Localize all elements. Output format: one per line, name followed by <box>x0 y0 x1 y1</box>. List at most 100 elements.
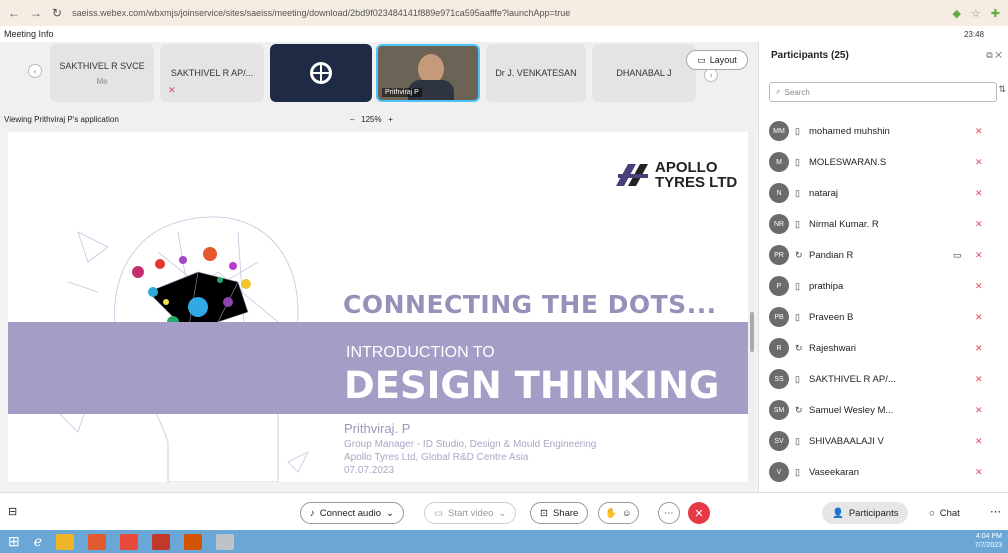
audio-icon: ↻ <box>795 249 803 260</box>
address-bar[interactable]: saeiss.webex.com/wbxmjs/joinservice/site… <box>72 8 752 18</box>
muted-mic-icon[interactable]: ✕ <box>975 312 983 323</box>
muted-mic-icon[interactable]: ✕ <box>975 405 983 416</box>
puzzle-icon[interactable]: ✚ <box>991 7 1000 20</box>
phone-icon: ▯ <box>795 373 800 384</box>
windows-taskbar: ⊞ ℯ 4:04 PM 7/7/2023 <box>0 530 1008 553</box>
avatar: NR <box>769 214 789 234</box>
participant-row[interactable]: MM ▯ mohamed muhshin ✕ <box>769 116 999 146</box>
muted-mic-icon[interactable]: ✕ <box>975 126 983 137</box>
muted-mic-icon[interactable]: ✕ <box>975 374 983 385</box>
participants-button[interactable]: 👤 Participants <box>822 502 909 524</box>
shared-slide: APOLLO TYRES LTD CONNECTING THE DOTS... … <box>8 132 748 482</box>
avatar: SV <box>769 431 789 451</box>
chevron-down-icon[interactable]: ⌄ <box>498 508 506 519</box>
popout-icon[interactable]: ⧉ <box>986 50 992 60</box>
muted-mic-icon[interactable]: ✕ <box>975 281 983 292</box>
muted-mic-icon[interactable]: ✕ <box>975 188 983 199</box>
muted-mic-icon: ✕ <box>168 85 176 95</box>
muted-mic-icon[interactable]: ✕ <box>975 219 983 230</box>
chrome-icon[interactable] <box>120 533 139 550</box>
app-icon[interactable] <box>184 533 203 550</box>
layout-label: Layout <box>709 55 737 65</box>
connect-audio-label: Connect audio <box>319 507 382 519</box>
audio-icon: ↻ <box>795 342 803 353</box>
hand-icon: ✋ <box>605 507 617 519</box>
video-tile[interactable]: Dr J. VENKATESAN <box>486 44 586 102</box>
zoom-control[interactable]: – 125% + <box>350 115 393 124</box>
camera-off-icon[interactable]: ▭ <box>953 250 962 261</box>
muted-mic-icon[interactable]: ✕ <box>975 250 983 261</box>
participant-row[interactable]: SV ▯ SHIVABAALAJI V ✕ <box>769 426 999 456</box>
avatar: N <box>769 183 789 203</box>
viewing-label: Viewing Prithviraj P's application <box>4 114 119 124</box>
video-icon: ▭ <box>434 507 443 519</box>
logo-line1: APOLLO <box>655 159 718 176</box>
logo-line2: TYRES LTD <box>655 174 738 191</box>
strip-next-icon[interactable]: › <box>704 68 718 82</box>
zoom-out-icon[interactable]: – <box>350 115 354 124</box>
share-button[interactable]: ⊡ Share <box>530 502 589 524</box>
start-video-button[interactable]: ▭ Start video ⌄ <box>424 502 517 524</box>
participant-row[interactable]: M ▯ MOLESWARAN.S ✕ <box>769 147 999 177</box>
zoom-in-icon[interactable]: + <box>388 115 393 124</box>
participant-row[interactable]: SS ▯ SAKTHIVEL R AP/... ✕ <box>769 364 999 394</box>
more-icon[interactable]: ⋯ <box>990 505 1001 518</box>
muted-mic-icon[interactable]: ✕ <box>975 467 983 478</box>
participant-row[interactable]: P ▯ prathipa ✕ <box>769 271 999 301</box>
share-scrollbar[interactable] <box>749 132 755 482</box>
forward-icon[interactable]: → <box>30 6 42 20</box>
clock-date: 7/7/2023 <box>974 542 1002 549</box>
strip-prev-icon[interactable]: ‹ <box>28 64 42 78</box>
author-org: Apollo Tyres Ltd, Global R&D Centre Asia <box>344 452 529 463</box>
muted-mic-icon[interactable]: ✕ <box>975 436 983 447</box>
more-icon: ⋯ <box>664 507 674 519</box>
avatar: MM <box>769 121 789 141</box>
office-icon[interactable] <box>88 533 107 550</box>
more-options-button[interactable]: ⋯ <box>658 502 680 524</box>
extension-icon[interactable]: ◆ <box>952 7 960 20</box>
close-icon[interactable]: ✕ <box>995 50 1002 60</box>
video-tile[interactable]: SAKTHIVEL R AP/... ✕ <box>160 44 264 102</box>
app-icon[interactable] <box>216 533 235 550</box>
end-call-button[interactable]: ✕ <box>688 502 710 524</box>
sort-icon[interactable]: ⇅ <box>998 84 1006 95</box>
browser-icon[interactable]: ℯ <box>34 533 42 550</box>
participant-row[interactable]: N ▯ nataraj ✕ <box>769 178 999 208</box>
menu-icon[interactable]: ⊟ <box>8 505 17 518</box>
chat-icon: ○ <box>929 507 935 519</box>
search-placeholder: Search <box>784 87 810 97</box>
reactions-button[interactable]: ✋ ☺ <box>598 502 639 524</box>
chat-button[interactable]: ○ Chat <box>920 502 969 524</box>
media-logo-icon <box>310 62 332 84</box>
muted-mic-icon[interactable]: ✕ <box>975 343 983 354</box>
video-tile-dark[interactable] <box>270 44 372 102</box>
participant-row[interactable]: SM ↻ Samuel Wesley M... ✕ <box>769 395 999 425</box>
participant-name: prathipa <box>809 280 844 292</box>
participant-row[interactable]: V ▯ Vaseekaran ✕ <box>769 457 999 487</box>
bookmark-star-icon[interactable]: ☆ <box>971 7 981 20</box>
video-tile-active-speaker[interactable]: Prithviraj P <box>376 44 480 102</box>
video-tile[interactable]: DHANABAL J <box>592 44 696 102</box>
start-icon[interactable]: ⊞ <box>8 533 20 550</box>
scroll-thumb[interactable] <box>750 312 754 352</box>
tile-name: DHANABAL J <box>616 68 672 78</box>
participant-row[interactable]: NR ▯ Nirmal Kumar. R ✕ <box>769 209 999 239</box>
app-icon[interactable] <box>152 533 171 550</box>
folder-icon[interactable] <box>56 533 75 550</box>
video-tile-self[interactable]: SAKTHIVEL R SVCE Me <box>50 44 154 102</box>
meeting-info-link[interactable]: Meeting Info <box>4 29 54 39</box>
participant-search-input[interactable]: ⌕ Search <box>769 82 997 102</box>
tile-name: SAKTHIVEL R SVCE <box>59 60 145 71</box>
back-icon[interactable]: ← <box>8 6 20 20</box>
participant-row[interactable]: PR ↻ Pandian R ▭ ✕ <box>769 240 999 270</box>
participant-name: nataraj <box>809 187 839 199</box>
participant-row[interactable]: PB ▯ Praveen B ✕ <box>769 302 999 332</box>
muted-mic-icon[interactable]: ✕ <box>975 157 983 168</box>
reload-icon[interactable]: ↻ <box>52 6 62 20</box>
participant-name: Vaseekaran <box>809 466 859 478</box>
layout-button[interactable]: ▭ Layout <box>686 50 748 70</box>
participant-row[interactable]: R ↻ Rajeshwari ✕ <box>769 333 999 363</box>
chevron-down-icon[interactable]: ⌄ <box>386 508 394 519</box>
participant-name: MOLESWARAN.S <box>809 156 887 168</box>
connect-audio-button[interactable]: ♪ Connect audio ⌄ <box>300 502 404 524</box>
